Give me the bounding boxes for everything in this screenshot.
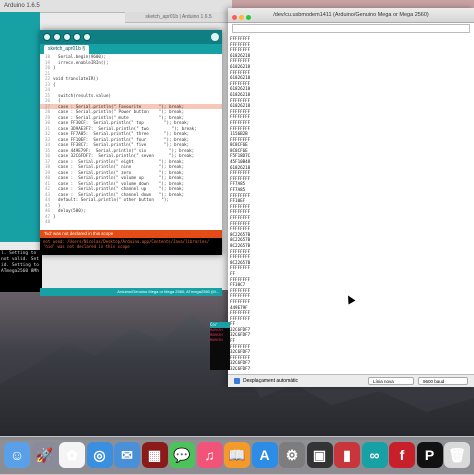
serial-output: FFFFFFFFFFFFFFFFFFFFFFFF61826218FFFFFFFF…: [230, 36, 472, 372]
open-icon[interactable]: [73, 33, 81, 41]
finder-icon[interactable]: ☺: [4, 442, 30, 468]
error-status-bar: 'hid' was not declared in this scope: [40, 230, 222, 238]
processing-icon[interactable]: P: [417, 442, 443, 468]
code-text: case FF7A85: Serial.println(" three "); …: [53, 131, 189, 136]
code-text: {: [53, 82, 56, 87]
code-text: Serial.begin(9600);: [53, 54, 106, 59]
terminal-icon[interactable]: ▣: [307, 442, 333, 468]
system-prefs-icon[interactable]: ⚙: [279, 442, 305, 468]
code-text: case : Serial.println(" eight "); break;: [53, 159, 184, 164]
minimize-icon[interactable]: [239, 15, 244, 20]
tab-sketch[interactable]: sketch_apr01b §: [44, 45, 89, 54]
mini-line: MARK3H: [210, 338, 230, 343]
code-text: }: [53, 214, 56, 219]
new-icon[interactable]: [63, 33, 71, 41]
code-text: case 32C6FDF7: Serial.println(" seven ")…: [53, 153, 194, 158]
verify-icon[interactable]: [43, 33, 51, 41]
code-text: case : Serial.println(" volume down "); …: [53, 181, 184, 186]
tab-bar: sketch_apr01b §: [40, 44, 222, 54]
code-text: case 449E79F: Serial.println(" six "); b…: [53, 148, 194, 153]
code-text: irrecv.enableIRIn();: [53, 60, 108, 65]
code-text: case : Serial.println(" zero "); break;: [53, 170, 184, 175]
close-icon[interactable]: [232, 15, 237, 20]
serial-monitor-icon[interactable]: [211, 33, 219, 41]
middle-window-title[interactable]: sketch_apr01b | Arduino 1.6.5: [125, 12, 232, 23]
code-text: {: [53, 98, 61, 103]
teal-toolbar-area: [0, 12, 40, 242]
dock: ☺🚀✿◎✉▦💬♫📖A⚙▣▮∞fP🗑: [0, 436, 474, 475]
code-text: case : Serial.println(" nine "); break;: [53, 164, 184, 169]
code-text: case : Serial.println(" channel up "); b…: [53, 186, 184, 191]
code-text: case : Serial.println(" Favourite "); br…: [53, 104, 184, 109]
code-text: default: Serial.println(" other button "…: [53, 197, 169, 202]
console-output: l. Setting tonot valid. Setid. Setting t…: [0, 250, 42, 292]
upload-icon[interactable]: [53, 33, 61, 41]
serial-monitor-window[interactable]: /dev/cu.usbmodem1411 (Arduino/Genuino Me…: [228, 8, 474, 386]
error-console: not used: /Users/Nicolas/Desktop/Arduino…: [40, 238, 222, 255]
baud-rate-select[interactable]: 9600 baud: [418, 377, 468, 385]
code-editor[interactable]: 18 Serial.begin(9600);19 irrecv.enableIR…: [40, 54, 222, 230]
code-text: case : Serial.println(" channel down ");…: [53, 192, 184, 197]
code-text: case FF30CF: Serial.println(" top "); br…: [53, 120, 189, 125]
serial-title-text: /dev/cu.usbmodem1411 (Arduino/Genuino Me…: [273, 12, 429, 18]
code-text: case : Serial.println(" volume up "); br…: [53, 175, 184, 180]
error-line: 'hid' was not declared in this scope: [43, 244, 219, 249]
code-text: case : Serial.println(" Power button ");…: [53, 109, 184, 114]
code-text: delay(500);: [53, 208, 86, 213]
line-ending-select[interactable]: Línia nova: [368, 377, 414, 385]
code-text: void translateIR(): [53, 76, 98, 81]
code-text: case : Serial.println(" mute "); break;: [53, 115, 184, 120]
trash-icon[interactable]: 🗑: [444, 442, 470, 468]
launchpad-icon[interactable]: 🚀: [32, 442, 58, 468]
code-text: case FF10EF: Serial.println(" four "); b…: [53, 137, 189, 142]
arduino-editor-window[interactable]: sketch_apr01b § 18 Serial.begin(9600);19…: [40, 30, 222, 255]
code-text: switch(results.value): [53, 93, 111, 98]
console-line: ATmega2560 8Mh: [1, 269, 41, 275]
fritzing-icon[interactable]: f: [389, 442, 415, 468]
zoom-icon[interactable]: [246, 15, 251, 20]
mini-window[interactable]: Cor MARK3HMARK3HMARK3H: [210, 322, 230, 370]
code-line: 48: [40, 219, 222, 225]
code-text: case FF38C7: Serial.println(" five "); b…: [53, 142, 189, 147]
safari-icon[interactable]: ◎: [87, 442, 113, 468]
messages-icon[interactable]: 💬: [169, 442, 195, 468]
ibooks-icon[interactable]: 📖: [224, 442, 250, 468]
board-footer: Arduino/Genuino Mega or Mega 2560, ATmeg…: [40, 288, 222, 296]
code-text: }: [53, 203, 61, 208]
save-icon[interactable]: [83, 33, 91, 41]
photos-icon[interactable]: ✿: [59, 442, 85, 468]
mail-icon[interactable]: ✉: [114, 442, 140, 468]
line-number: 48: [40, 219, 50, 225]
editor-toolbar: [40, 30, 222, 44]
arduino-icon[interactable]: ∞: [362, 442, 388, 468]
photobooth-icon[interactable]: ▦: [142, 442, 168, 468]
serial-bottom-bar: Desplaçament automàtic Línia nova 9600 b…: [228, 374, 474, 387]
serial-monitor-title: /dev/cu.usbmodem1411 (Arduino/Genuino Me…: [228, 8, 474, 23]
code-text: case 3D9AE3F7: Serial.println(" two "); …: [53, 126, 197, 131]
appstore-icon[interactable]: A: [252, 442, 278, 468]
autoscroll-checkbox[interactable]: [234, 378, 240, 384]
serial-send-input[interactable]: [232, 24, 470, 33]
autoscroll-label: Desplaçament automàtic: [243, 375, 298, 387]
code-text: }: [53, 65, 56, 70]
itunes-icon[interactable]: ♫: [197, 442, 223, 468]
trash-divider-icon[interactable]: ▮: [334, 442, 360, 468]
